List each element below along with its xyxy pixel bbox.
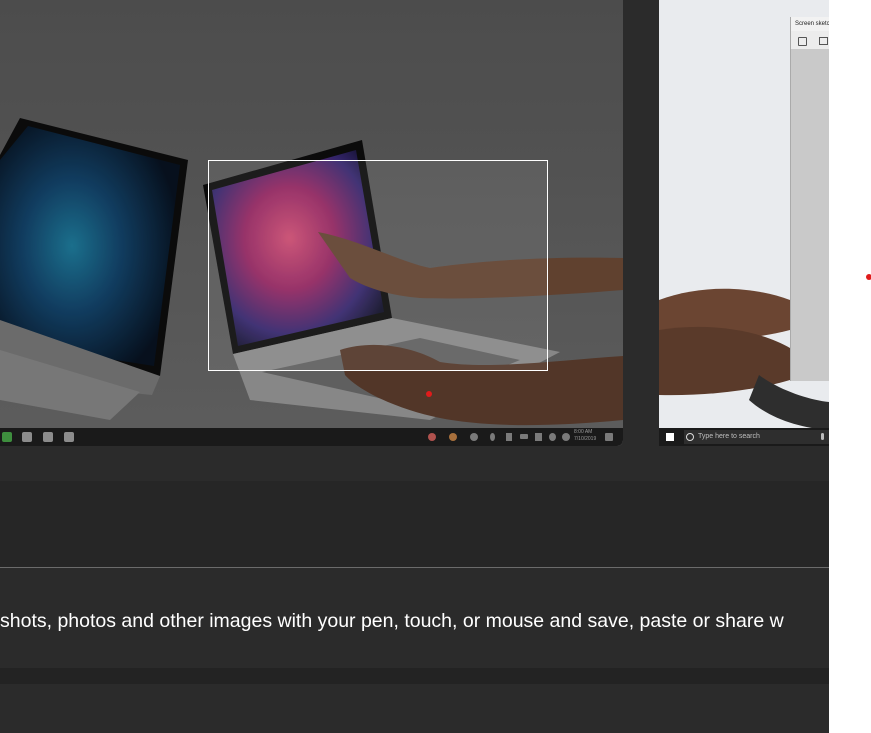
action-center-icon[interactable]	[605, 433, 613, 441]
pointer-dot	[426, 391, 432, 397]
store-icon[interactable]	[22, 432, 32, 442]
avatar-icon[interactable]	[449, 433, 457, 441]
chevron-up-icon[interactable]	[506, 433, 512, 441]
file-explorer-icon[interactable]	[2, 432, 12, 442]
avatar-icon[interactable]	[470, 433, 478, 441]
screenshot-1[interactable]: 8:00 AM 7/10/2019	[0, 0, 623, 446]
snip-selection-rectangle[interactable]	[208, 160, 548, 371]
screen-sketch-window[interactable]: Screen sketch	[790, 17, 829, 381]
windows-start-icon[interactable]	[666, 433, 674, 441]
window-title: Screen sketch	[791, 17, 829, 31]
touch-writing-icon[interactable]	[798, 37, 807, 46]
section-divider	[0, 668, 829, 684]
taskbar-search[interactable]: Type here to search	[684, 430, 829, 444]
clock-time: 8:00 AM	[574, 429, 593, 435]
clock[interactable]: 8:00 AM 7/10/2019	[574, 429, 596, 443]
network-icon[interactable]	[535, 433, 542, 441]
window-toolbar	[791, 31, 829, 49]
pen-icon[interactable]	[490, 433, 495, 441]
avatar-icon[interactable]	[428, 433, 436, 441]
microphone-icon[interactable]	[821, 433, 824, 440]
app-page: 8:00 AM 7/10/2019 Screen sketch Type her…	[0, 0, 829, 733]
settings-icon[interactable]	[562, 433, 570, 441]
folder-icon[interactable]	[819, 37, 828, 45]
description-text: shots, photos and other images with your…	[0, 610, 784, 632]
cortana-icon	[686, 433, 694, 441]
mail-icon[interactable]	[43, 432, 53, 442]
section-divider	[0, 481, 829, 567]
clock-date: 7/10/2019	[574, 436, 597, 442]
gallery-gap	[623, 0, 659, 446]
battery-icon[interactable]	[520, 434, 528, 439]
volume-icon[interactable]	[549, 433, 556, 441]
search-placeholder: Type here to search	[698, 433, 760, 440]
pointer-dot	[866, 274, 871, 280]
photos-icon[interactable]	[64, 432, 74, 442]
taskbar: 8:00 AM 7/10/2019	[0, 428, 623, 446]
